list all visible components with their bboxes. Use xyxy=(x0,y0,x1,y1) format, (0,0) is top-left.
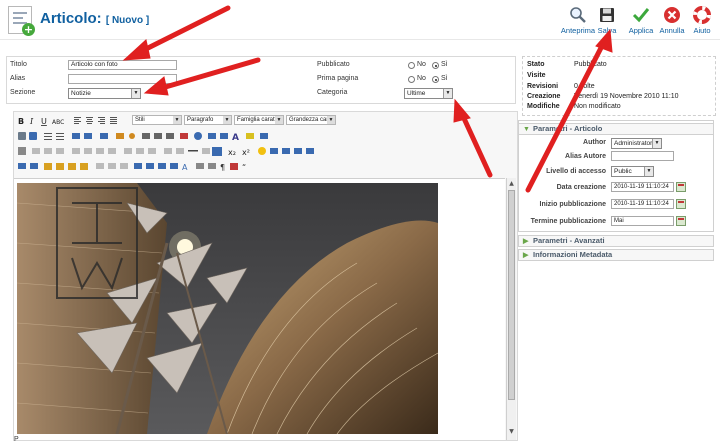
arrow-title-head xyxy=(122,39,151,61)
arrow-section xyxy=(159,57,261,91)
arrow-category xyxy=(459,111,493,178)
arrow-title xyxy=(137,5,231,55)
annotation-arrows xyxy=(122,5,613,193)
arrow-section-head xyxy=(143,76,169,96)
arrow-category-head xyxy=(453,98,471,123)
arrow-save xyxy=(525,39,607,193)
